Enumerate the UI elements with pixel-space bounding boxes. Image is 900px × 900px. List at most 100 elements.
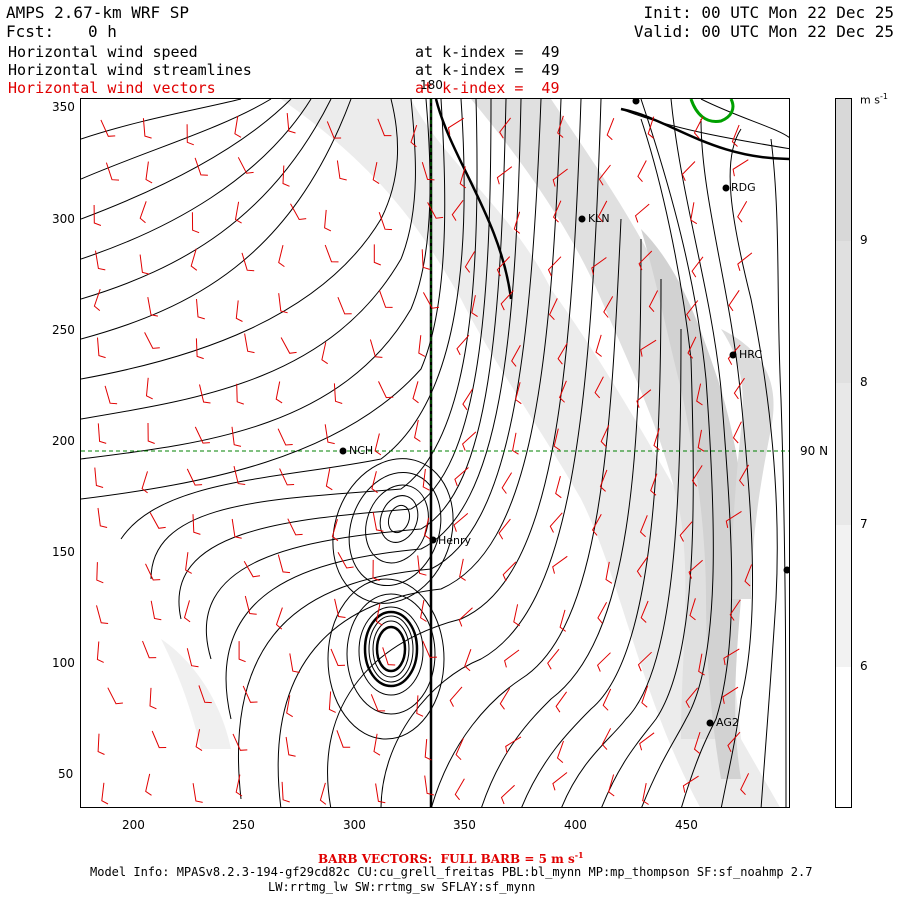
wind-barb — [147, 422, 155, 444]
wind-barb — [107, 687, 123, 705]
wind-barb — [275, 381, 283, 404]
valid-time: Valid: 00 UTC Mon 22 Dec 25 — [633, 22, 894, 41]
station-hrc: HRC — [739, 348, 763, 361]
wind-barb — [289, 653, 300, 673]
station-henry: Henry — [438, 534, 472, 547]
wind-barb — [454, 467, 469, 487]
wind-barb — [285, 736, 296, 757]
map-plot: RDG KLN HRC NCH Henry AG2 — [80, 98, 790, 808]
wind-barb — [597, 601, 608, 624]
wind-barb — [237, 157, 254, 174]
wind-barb — [144, 332, 160, 349]
wind-barb — [244, 333, 255, 354]
fcst-label: Fcst: — [6, 22, 55, 41]
wind-barb — [500, 784, 515, 805]
wind-barb — [145, 773, 152, 796]
wind-barb — [96, 641, 104, 663]
y-tick-150: 150 — [52, 545, 75, 559]
wind-barb — [94, 467, 104, 488]
wind-barb — [319, 782, 327, 805]
wind-barb — [100, 119, 116, 137]
colorbar-seg-8 — [836, 383, 851, 525]
wind-barb — [731, 124, 740, 147]
wind-barb — [191, 212, 200, 234]
wind-barb — [641, 685, 649, 708]
wind-barb — [639, 732, 655, 751]
wind-barb — [462, 431, 477, 451]
y-tick-50: 50 — [58, 767, 74, 781]
wind-barb — [235, 300, 243, 322]
station-dot-ag2 — [706, 719, 714, 727]
wind-barb — [145, 377, 153, 400]
wind-barb — [504, 649, 520, 668]
wind-barb — [232, 733, 248, 751]
x-tick-450: 450 — [675, 818, 698, 832]
wind-barb — [234, 115, 242, 138]
wind-barb — [375, 783, 386, 804]
meridian-label: 180 — [420, 78, 443, 92]
station-rdg: RDG — [731, 181, 756, 194]
wind-barb — [454, 778, 465, 801]
wind-barb — [691, 256, 704, 278]
wind-barb — [373, 733, 381, 756]
wind-barb — [732, 159, 749, 177]
wind-barb — [555, 475, 562, 499]
x-tick-350: 350 — [453, 818, 476, 832]
lat-label: 90 N — [800, 444, 829, 458]
field-speed: Horizontal wind speed — [8, 43, 198, 61]
field-speed-level: at k-index = 49 — [415, 43, 560, 61]
colorbar-seg-6 — [836, 667, 851, 807]
wind-barb — [498, 518, 511, 540]
wind-barb — [236, 383, 244, 405]
wind-barb — [601, 728, 612, 750]
wind-barb — [737, 252, 753, 271]
wind-field-map — [81, 99, 789, 807]
wind-barb — [447, 117, 464, 135]
wind-barb — [330, 648, 346, 667]
wind-barb — [336, 730, 351, 748]
wind-barb — [104, 385, 118, 405]
wind-barb — [290, 203, 307, 221]
model-info: Model Info: MPASv8.2.3-194-gf29cd82c CU:… — [90, 865, 813, 879]
wind-barb — [328, 691, 336, 713]
wind-barb — [418, 335, 426, 357]
wind-barb — [149, 687, 157, 710]
station-dot-nch — [339, 447, 347, 455]
wind-barb — [378, 381, 394, 399]
wind-barb — [183, 600, 191, 623]
station-dot-henry — [429, 536, 437, 544]
colorbar-label-9: 9 — [860, 233, 868, 247]
wind-barb — [602, 688, 612, 711]
station-dot-rdg — [722, 184, 730, 192]
field-streamlines: Horizontal wind streamlines — [8, 61, 252, 79]
wind-barb — [681, 161, 696, 182]
wind-barb — [231, 426, 242, 447]
wind-barb — [196, 298, 205, 320]
y-tick-300: 300 — [52, 212, 75, 226]
wind-barb — [637, 160, 647, 183]
wind-barb — [324, 244, 339, 263]
wind-barb — [277, 428, 293, 446]
wind-barb — [455, 737, 464, 761]
wind-barb — [690, 202, 698, 225]
wind-barb — [192, 783, 203, 803]
barb-legend: BARB VECTORS: FULL BARB = 5 m s-1 — [318, 850, 584, 866]
wind-barb — [502, 561, 517, 582]
wind-barb — [280, 337, 297, 354]
wind-barb — [278, 244, 285, 268]
wind-barb — [420, 600, 427, 622]
colorbar-label-8: 8 — [860, 375, 868, 389]
model-title: AMPS 2.67-km WRF SP — [6, 3, 190, 22]
y-tick-100: 100 — [52, 656, 75, 670]
station-dot-kln — [578, 215, 586, 223]
colorbar-seg-top — [836, 99, 851, 241]
field-streamlines-level: at k-index = 49 — [415, 61, 560, 79]
wind-barb — [235, 774, 243, 797]
y-tick-350: 350 — [52, 100, 75, 114]
wind-barb — [412, 381, 419, 404]
wind-barb — [337, 297, 352, 315]
model-info-2: LW:rrtmg_lw SW:rrtmg_sw SFLAY:sf_mynn — [268, 880, 536, 894]
wind-barb — [424, 775, 435, 796]
x-tick-400: 400 — [564, 818, 587, 832]
wind-barb — [321, 342, 328, 365]
